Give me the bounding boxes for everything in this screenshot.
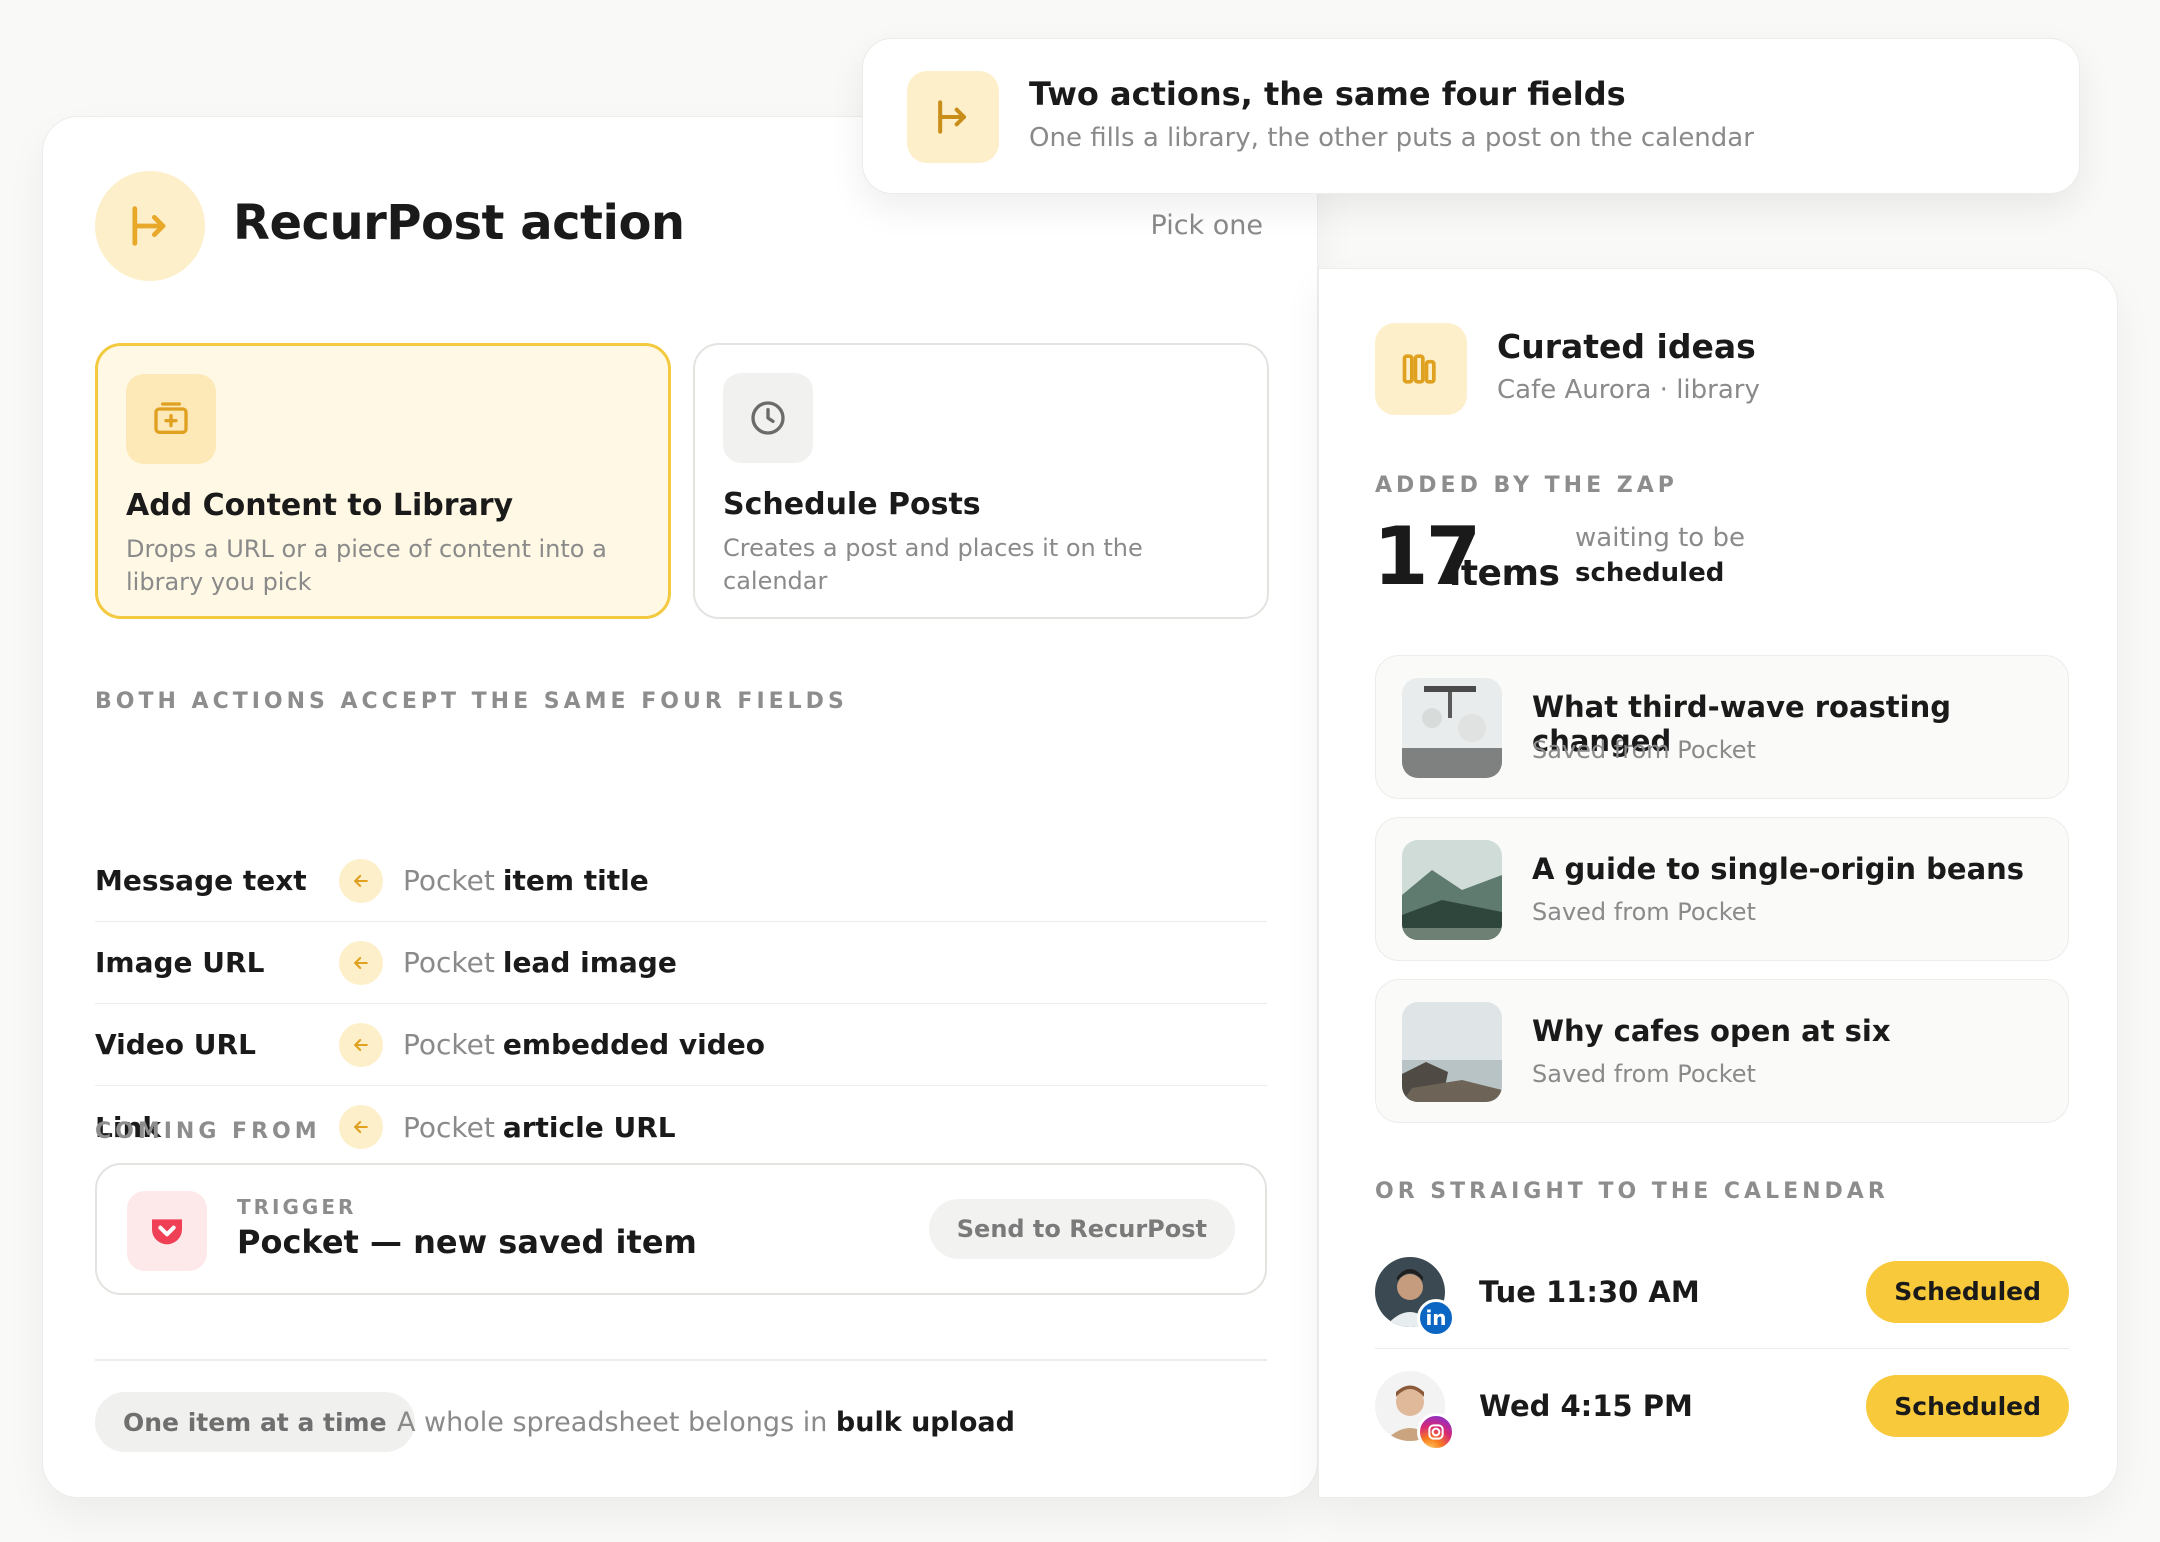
split-arrow-icon	[907, 71, 999, 163]
item-subtitle: Saved from Pocket	[1532, 736, 1756, 764]
split-arrow-icon	[95, 171, 205, 281]
fields-section-label: Both actions accept the same four fields	[95, 689, 848, 714]
calendar-label: OR STRAIGHT TO THE CALENDAR	[1375, 1179, 1889, 1204]
option-description: Creates a post and places it on the cale…	[723, 534, 1143, 595]
library-subtitle: Cafe Aurora · library	[1497, 375, 1760, 405]
calendar-list: in Tue 11:30 AM Scheduled Wed 4:15 PM Sc…	[1375, 1235, 2069, 1463]
count-note: waiting to be scheduled	[1575, 521, 1745, 591]
item-title: A guide to single-origin beans	[1532, 852, 2025, 886]
calendar-row[interactable]: in Tue 11:30 AM Scheduled	[1375, 1235, 2069, 1349]
bulk-upload-link[interactable]: bulk upload	[836, 1407, 1015, 1438]
arrow-left-icon	[339, 1105, 383, 1149]
calendar-row[interactable]: Wed 4:15 PM Scheduled	[1375, 1349, 2069, 1463]
scheduled-badge[interactable]: Scheduled	[1866, 1375, 2069, 1437]
library-icon	[1375, 323, 1467, 415]
banner-subtitle: One fills a library, the other puts a po…	[1029, 123, 1754, 153]
thumbnail-image	[1402, 840, 1502, 940]
source-app: Pocket	[403, 1028, 495, 1061]
library-title: Curated ideas	[1497, 327, 1756, 366]
field-name: Image URL	[95, 946, 265, 979]
list-item[interactable]: A guide to single-origin beans Saved fro…	[1375, 817, 2069, 961]
trigger-title: Pocket — new saved item	[237, 1223, 697, 1261]
one-item-chip: One item at a time	[95, 1392, 415, 1452]
option-description: Drops a URL or a piece of content into a…	[126, 535, 607, 596]
library-add-icon	[126, 374, 216, 464]
linkedin-icon: in	[1417, 1298, 1455, 1337]
option-schedule-posts[interactable]: Schedule Posts Creates a post and places…	[693, 343, 1269, 619]
divider	[95, 1359, 1267, 1361]
field-name: Video URL	[95, 1028, 256, 1061]
avatar-with-badge	[1375, 1371, 1455, 1451]
trigger-card: TRIGGER Pocket — new saved item Send to …	[95, 1163, 1267, 1295]
source-field: lead image	[502, 946, 677, 979]
trigger-label: TRIGGER	[237, 1195, 357, 1219]
pick-one-hint: Pick one	[1150, 210, 1264, 241]
field-row-image-url: Image URL Pocket lead image	[95, 922, 1267, 1004]
item-subtitle: Saved from Pocket	[1532, 1060, 1756, 1088]
option-add-content-to-library[interactable]: Add Content to Library Drops a URL or a …	[95, 343, 671, 619]
option-title: Schedule Posts	[723, 487, 981, 522]
clock-icon	[723, 373, 813, 463]
item-count-unit: items	[1449, 553, 1560, 594]
source-field: embedded video	[502, 1028, 766, 1061]
send-to-recurpost-button[interactable]: Send to RecurPost	[928, 1199, 1235, 1259]
pocket-icon	[127, 1191, 207, 1271]
library-item-list: What third-wave roasting changed Saved f…	[1375, 655, 2069, 1141]
instagram-icon	[1417, 1413, 1455, 1451]
source-app: Pocket	[403, 864, 495, 897]
item-subtitle: Saved from Pocket	[1532, 898, 1756, 926]
arrow-left-icon	[339, 1022, 383, 1067]
source-field: article URL	[502, 1110, 676, 1144]
avatar-with-badge: in	[1375, 1256, 1455, 1337]
card-title: RecurPost action	[233, 195, 685, 251]
list-item[interactable]: What third-wave roasting changed Saved f…	[1375, 655, 2069, 799]
info-banner: Two actions, the same four fields One fi…	[862, 38, 2080, 194]
count-note-line: waiting to be	[1575, 523, 1745, 553]
coming-from-label: Coming from	[95, 1119, 321, 1144]
recurpost-action-card: RecurPost action Pick one Add Content to…	[42, 116, 1318, 1498]
scheduled-time: Tue 11:30 AM	[1479, 1274, 1700, 1309]
item-title: Why cafes open at six	[1532, 1014, 1891, 1048]
scheduled-time: Wed 4:15 PM	[1479, 1389, 1693, 1423]
source-field: item title	[502, 864, 649, 897]
note-text: A whole spreadsheet belongs in	[397, 1407, 828, 1438]
source-app: Pocket	[403, 1110, 495, 1144]
field-row-message-text: Message text Pocket item title	[95, 840, 1267, 922]
thumbnail-image	[1402, 1002, 1502, 1102]
option-title: Add Content to Library	[126, 488, 514, 523]
thumbnail-image	[1402, 678, 1502, 778]
list-item[interactable]: Why cafes open at six Saved from Pocket	[1375, 979, 2069, 1123]
scheduled-badge[interactable]: Scheduled	[1866, 1260, 2069, 1323]
field-name: Message text	[95, 864, 307, 897]
bulk-upload-note: A whole spreadsheet belongs in bulk uplo…	[397, 1407, 1015, 1438]
arrow-left-icon	[339, 858, 383, 903]
source-app: Pocket	[403, 946, 495, 979]
arrow-left-icon	[339, 940, 383, 985]
library-card: Curated ideas Cafe Aurora · library ADDE…	[1318, 268, 2118, 1498]
count-note-strong: scheduled	[1575, 558, 1725, 588]
added-by-zap-label: ADDED BY THE ZAP	[1375, 473, 1678, 498]
field-row-video-url: Video URL Pocket embedded video	[95, 1004, 1267, 1086]
banner-title: Two actions, the same four fields	[1029, 75, 1626, 113]
